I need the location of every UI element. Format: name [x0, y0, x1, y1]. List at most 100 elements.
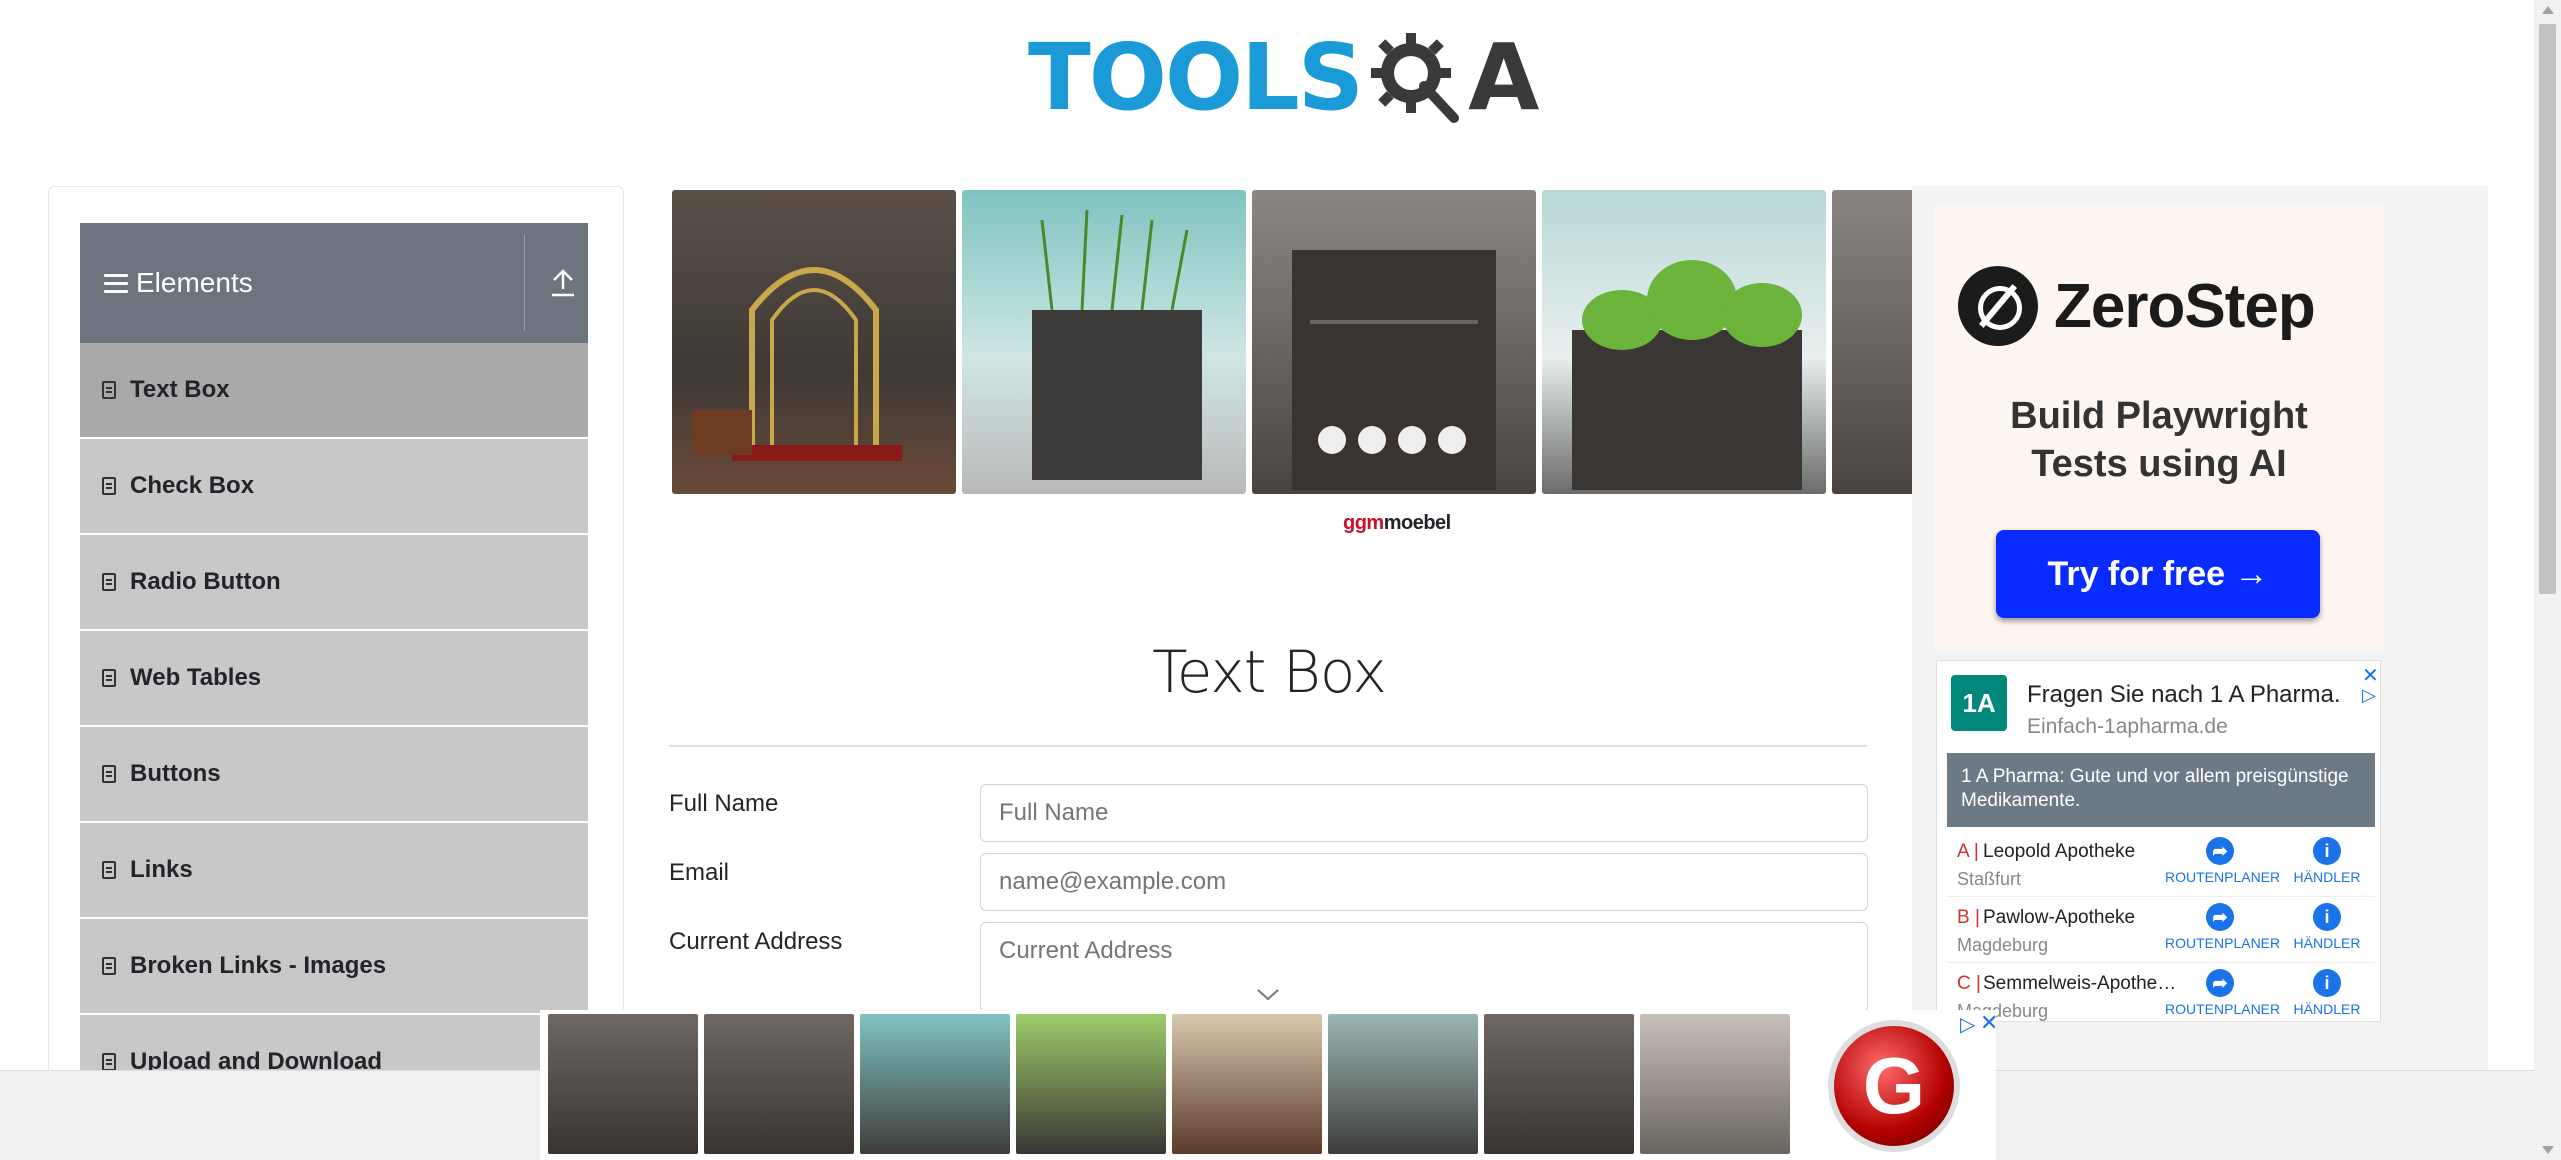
sidebar-item-label: Web Tables — [130, 664, 262, 691]
logo-tools-text: TOOLS — [1028, 24, 1364, 131]
zerostep-tagline-line-2: Tests using AI — [2031, 443, 2287, 485]
pharma-ad-url[interactable]: Einfach-1apharma.de — [2027, 715, 2228, 739]
gear-icon — [1371, 33, 1460, 123]
ad-image-luggage-cart[interactable] — [672, 190, 956, 494]
toolsqa-logo[interactable]: TOOLS A — [1028, 22, 1539, 134]
moebel-text: moebel — [1383, 512, 1452, 534]
adchoices-icon[interactable]: ▷ — [1960, 1012, 1975, 1037]
document-icon — [102, 765, 116, 783]
pharmacy-row[interactable]: C | Semmelweis-Apothe… Magdeburg ➦ ROUTEN… — [1947, 965, 2375, 1029]
header-divider — [524, 235, 525, 331]
pharma-ad-banner[interactable]: 1 A Pharma: Gute und vor allem preisgüns… — [1947, 753, 2375, 827]
bottom-ad-image[interactable] — [1328, 1014, 1478, 1154]
info-icon: i — [2313, 903, 2341, 931]
ad-image-plant-planter[interactable] — [1542, 190, 1826, 494]
scroll-up-arrow-icon[interactable] — [2542, 6, 2554, 14]
page-scrollbar[interactable] — [2534, 0, 2561, 1160]
document-icon — [102, 957, 116, 975]
sidebar-item-broken-links[interactable]: Broken Links - Images — [80, 919, 588, 1015]
scroll-down-arrow-icon[interactable] — [2542, 1146, 2554, 1154]
bottom-ad-image[interactable] — [1484, 1014, 1634, 1154]
pharmacy-city: Staßfurt — [1957, 869, 2022, 889]
dealer-button[interactable]: i HÄNDLER — [2287, 969, 2367, 1017]
document-icon — [102, 669, 116, 687]
bottom-banner-ad[interactable]: G ▷ ✕ — [540, 1010, 1998, 1160]
bottom-ad-image[interactable] — [1640, 1014, 1790, 1154]
page-title: Text Box — [1152, 638, 1387, 706]
route-planner-button[interactable]: ➦ ROUTENPLANER — [2165, 969, 2281, 1017]
title-divider — [669, 745, 1867, 747]
directions-icon: ➦ — [2206, 837, 2234, 865]
group-title: Elements — [136, 267, 253, 298]
pharmacy-letter: C | — [1957, 973, 1981, 994]
pharma-ad[interactable]: 1A Fragen Sie nach 1 A Pharma. Einfach-1… — [1936, 660, 2381, 1022]
sidebar-item-text-box[interactable]: Text Box — [80, 343, 588, 439]
dealer-label: HÄNDLER — [2293, 935, 2361, 951]
bottom-ad-image[interactable] — [704, 1014, 854, 1154]
dealer-label: HÄNDLER — [2293, 1001, 2361, 1017]
collapse-up-icon[interactable] — [550, 267, 576, 299]
pharmacy-name: Semmelweis-Apothe… — [1983, 973, 2177, 994]
ad-image-partial[interactable] — [1832, 190, 1912, 494]
pharmacy-row[interactable]: B | Pawlow-Apotheke Magdeburg ➦ ROUTENPLA… — [1947, 899, 2375, 963]
sidebar-item-label: Buttons — [130, 760, 221, 787]
route-planner-label: ROUTENPLANER — [2165, 869, 2281, 885]
scrollbar-thumb[interactable] — [2539, 24, 2556, 594]
sidebar-item-label: Radio Button — [130, 568, 281, 595]
document-icon — [102, 861, 116, 879]
pharmacy-name: Leopold Apotheke — [1983, 841, 2136, 862]
1a-pharma-logo: 1A — [1951, 675, 2007, 731]
sidebar-item-check-box[interactable]: Check Box — [80, 439, 588, 535]
pharmacy-name: Pawlow-Apotheke — [1983, 907, 2136, 928]
bottom-ad-image[interactable] — [1172, 1014, 1322, 1154]
bottom-ad-image[interactable] — [548, 1014, 698, 1154]
zerostep-tagline-line-1: Build Playwright — [2010, 395, 2308, 437]
pharmacy-row[interactable]: A | Leopold Apotheke Staßfurt ➦ ROUTENPLA… — [1947, 833, 2375, 897]
sidebar-item-label: Broken Links - Images — [130, 952, 387, 979]
sidebar-item-web-tables[interactable]: Web Tables — [80, 631, 588, 727]
route-planner-button[interactable]: ➦ ROUTENPLANER — [2165, 903, 2281, 951]
route-planner-label: ROUTENPLANER — [2165, 935, 2281, 951]
email-input[interactable] — [980, 853, 1868, 911]
sidebar-item-buttons[interactable]: Buttons — [80, 727, 588, 823]
logo-qa-text: A — [1468, 24, 1540, 131]
zerostep-logo-icon — [1958, 266, 2038, 346]
zerostep-name: ZeroStep — [2054, 271, 2316, 341]
sidebar-item-label: Text Box — [130, 376, 230, 403]
ad-image-bar-cabinet[interactable] — [1252, 190, 1536, 494]
document-icon — [102, 573, 116, 591]
full-name-input[interactable] — [980, 784, 1868, 842]
close-ad-icon[interactable]: ✕ — [1980, 1010, 1998, 1036]
pharmacy-letter: B | — [1957, 907, 1980, 928]
sidebar-item-radio-button[interactable]: Radio Button — [80, 535, 588, 631]
sidebar-item-links[interactable]: Links — [80, 823, 588, 919]
pharma-ad-title[interactable]: Fragen Sie nach 1 A Pharma. — [2027, 681, 2341, 709]
document-icon — [102, 477, 116, 495]
bottom-ad-image[interactable] — [1016, 1014, 1166, 1154]
current-address-label: Current Address — [669, 928, 843, 955]
route-planner-label: ROUTENPLANER — [2165, 1001, 2281, 1017]
current-address-input[interactable] — [980, 922, 1868, 1012]
adchoices-icon[interactable]: ▷ — [2362, 685, 2376, 706]
dealer-label: HÄNDLER — [2293, 869, 2361, 885]
directions-icon: ➦ — [2206, 903, 2234, 931]
info-icon: i — [2313, 837, 2341, 865]
directions-icon: ➦ — [2206, 969, 2234, 997]
ggmmoebel-logo[interactable]: ggmmoebel — [1343, 512, 1451, 535]
zerostep-ad[interactable]: ZeroStep Build Playwright Tests using AI… — [1934, 206, 2384, 650]
hamburger-icon — [104, 273, 128, 293]
dealer-button[interactable]: i HÄNDLER — [2287, 903, 2367, 951]
g-logo-icon[interactable]: G — [1828, 1020, 1960, 1152]
logo-qa: A — [1366, 28, 1539, 128]
elements-group-header[interactable]: Elements — [80, 223, 588, 343]
furniture-ad-strip[interactable] — [672, 190, 1912, 494]
dealer-button[interactable]: i HÄNDLER — [2287, 837, 2367, 885]
route-planner-button[interactable]: ➦ ROUTENPLANER — [2165, 837, 2281, 885]
pharmacy-letter: A | — [1957, 841, 1979, 862]
pharmacy-city: Magdeburg — [1957, 935, 2049, 955]
try-for-free-button[interactable]: Try for free → — [1996, 530, 2320, 618]
document-icon — [102, 1053, 116, 1071]
chevron-down-icon[interactable] — [1256, 988, 1280, 1002]
bottom-ad-image[interactable] — [860, 1014, 1010, 1154]
ad-image-grass-planter[interactable] — [962, 190, 1246, 494]
